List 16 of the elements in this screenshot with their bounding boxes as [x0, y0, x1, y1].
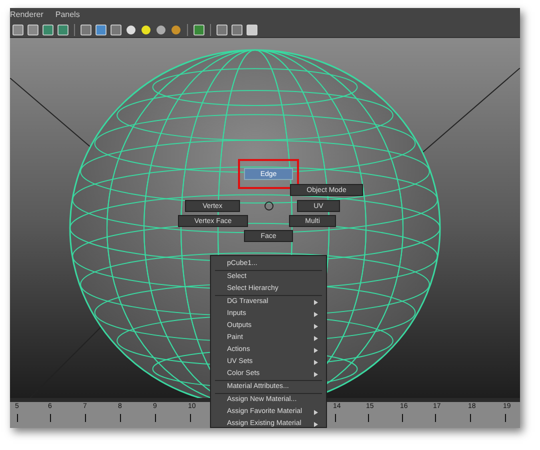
menu-item[interactable]: Renderer [10, 9, 44, 21]
submenu-arrow-icon [314, 300, 318, 304]
sphere-icon[interactable] [155, 24, 167, 36]
marking-menu-center-icon [264, 201, 274, 211]
sphere-icon[interactable] [125, 24, 137, 36]
sphere-icon[interactable] [140, 24, 152, 36]
submenu-arrow-icon [314, 312, 318, 316]
submenu-arrow-icon [314, 360, 318, 364]
submenu-arrow-icon [314, 422, 318, 426]
submenu-arrow-icon [314, 336, 318, 340]
submenu-arrow-icon [314, 372, 318, 376]
submenu-arrow-icon [314, 324, 318, 328]
menu-item[interactable]: Panels [55, 9, 80, 21]
sphere-icon[interactable] [170, 24, 182, 36]
submenu-arrow-icon [314, 348, 318, 352]
submenu-arrow-icon [314, 410, 318, 414]
